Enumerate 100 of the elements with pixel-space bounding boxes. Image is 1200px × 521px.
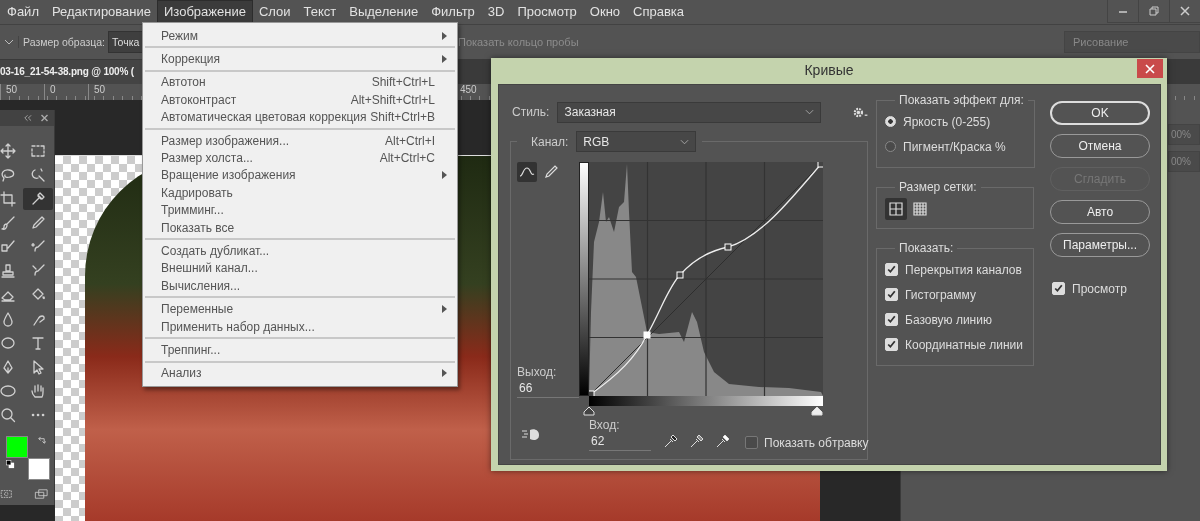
close-icon xyxy=(1145,63,1155,74)
control-point[interactable] xyxy=(724,243,732,251)
menu-entry-label: Треппинг... xyxy=(161,342,221,357)
curve-graph-drawing[interactable] xyxy=(589,162,823,396)
shortcut-label: Shift+Ctrl+B xyxy=(370,110,435,125)
radio-button[interactable] xyxy=(885,141,896,152)
minimize-icon[interactable] xyxy=(1107,0,1138,23)
menu-entry[interactable]: Применить набор данных... xyxy=(145,317,455,336)
checkbox-label: Базовую линию xyxy=(905,312,992,327)
menu-item[interactable]: 3D xyxy=(481,1,511,23)
style-dropdown[interactable]: Заказная xyxy=(557,101,822,123)
menu-item[interactable]: Выделение xyxy=(343,1,425,23)
chevron-down-icon xyxy=(805,109,815,115)
dialog-button[interactable]: OK xyxy=(1050,101,1150,125)
curve-tool-icon[interactable] xyxy=(517,162,537,182)
dialog-title: Кривые xyxy=(804,62,854,78)
menu-entry[interactable]: Режим xyxy=(145,27,455,45)
checkbox-label: Гистограмму xyxy=(905,287,976,302)
foreground-color-swatch[interactable] xyxy=(6,435,28,458)
radio-label: Пигмент/Краска % xyxy=(903,139,1006,154)
menu-entry[interactable]: Автоматическая цветовая коррекция Shift+Ctrl+B xyxy=(145,108,455,126)
menu-item[interactable]: Фильтр xyxy=(425,1,481,23)
menu-entry[interactable]: Автотон Shift+Ctrl+L xyxy=(145,73,455,92)
collapse-icon[interactable] xyxy=(23,113,32,122)
menu-item[interactable]: Файл xyxy=(1,1,45,23)
hand-adjust-icon[interactable] xyxy=(521,427,541,441)
menu-entry-label: Режим xyxy=(161,28,198,43)
menu-entry[interactable]: Коррекция xyxy=(145,50,455,68)
control-point[interactable] xyxy=(676,271,684,279)
input-field[interactable]: 62 xyxy=(589,432,651,451)
radio-label: Яркость (0-255) xyxy=(903,114,991,129)
checkbox-label: Координатные линии xyxy=(905,337,1023,352)
menu-item[interactable]: Изображение xyxy=(158,1,252,23)
close-icon[interactable] xyxy=(1169,0,1200,23)
menu-entry-label: Размер холста... xyxy=(161,151,253,166)
menu-entry[interactable]: Переменные xyxy=(145,300,455,318)
group-title: Размер сетки: xyxy=(898,180,978,194)
menu-entry-label: Автоматическая цветовая коррекция xyxy=(161,110,367,125)
menu-entry[interactable]: Вычисления... xyxy=(145,277,455,295)
group-title: Показать: xyxy=(898,241,955,255)
menu-entry-label: Внешний канал... xyxy=(161,261,258,276)
menu-entry-label: Размер изображения... xyxy=(161,133,290,148)
shortcut-label: Alt+Ctrl+I xyxy=(385,133,435,148)
checkbox[interactable] xyxy=(745,436,758,449)
chevron-down-icon xyxy=(680,138,690,145)
menu-entry-label: Автоконтраст xyxy=(161,92,237,107)
default-colors-icon[interactable] xyxy=(6,459,15,469)
menu-entry-label: Коррекция xyxy=(161,52,220,67)
menu-item[interactable]: Редактирование xyxy=(45,1,157,23)
menu-entry-label: Автотон xyxy=(161,75,206,90)
menu-entry[interactable]: Внешний канал... xyxy=(145,259,455,278)
slider-handle-icon[interactable] xyxy=(583,406,595,416)
restore-icon[interactable] xyxy=(1138,0,1169,23)
menu-entry-label: Вращение изображения xyxy=(161,168,296,183)
sample-size-label: Размер образца: xyxy=(18,36,105,48)
menu-item[interactable]: Слои xyxy=(252,1,297,23)
menu-entry[interactable]: Треппинг... xyxy=(145,341,455,359)
menu-entry-label: Применить набор данных... xyxy=(161,319,315,334)
close-icon[interactable] xyxy=(40,113,49,122)
eyedropper-icon[interactable] xyxy=(689,433,705,449)
menu-entry-label: Кадрировать xyxy=(161,185,233,200)
preview-label: Просмотр xyxy=(1072,281,1127,296)
group-title: Показать эффект для: xyxy=(898,93,1025,107)
eyedropper-icon[interactable] xyxy=(663,433,679,449)
menu-entry[interactable]: Автоконтраст Alt+Shift+Ctrl+L xyxy=(145,91,455,109)
background-color-swatch[interactable] xyxy=(28,457,50,480)
menu-item[interactable]: Справка xyxy=(627,1,691,23)
show-clipping-label: Показать обтравку xyxy=(764,436,869,450)
caret-icon[interactable] xyxy=(4,39,14,45)
document-tab[interactable]: 03-16_21-54-38.png @ 100% ( xyxy=(0,60,142,84)
menu-entry[interactable]: Анализ xyxy=(145,364,455,383)
shortcut-label: Shift+Ctrl+L xyxy=(371,75,435,90)
menu-item[interactable]: Просмотр xyxy=(511,1,583,23)
close-button[interactable] xyxy=(1137,59,1163,78)
output-label: Выход: xyxy=(517,365,558,379)
menu-entry[interactable]: Размер холста... Alt+Ctrl+C xyxy=(145,149,455,167)
menu-entry-label: Переменные xyxy=(161,302,234,317)
eyedropper-tool-icon[interactable] xyxy=(23,187,53,210)
input-label: Вход: xyxy=(589,418,621,432)
menu-entry-label: Создать дубликат... xyxy=(161,244,270,258)
menu-entry-label: Анализ xyxy=(161,366,202,381)
menu-entry[interactable]: Кадрировать xyxy=(145,184,455,202)
coarse-grid-icon[interactable] xyxy=(885,198,907,220)
menu-item[interactable]: Текст xyxy=(297,1,343,23)
menu-entry[interactable]: Показать все xyxy=(145,218,455,237)
channel-dropdown[interactable]: RGB xyxy=(576,131,697,152)
swap-arrow-icon[interactable] xyxy=(37,435,46,445)
shortcut-label: Alt+Ctrl+C xyxy=(379,151,435,166)
shortcut-label: Alt+Shift+Ctrl+L xyxy=(350,92,435,107)
menu-entry-label: Тримминг... xyxy=(161,203,224,218)
menu-entry[interactable]: Создать дубликат... xyxy=(145,242,455,260)
ruler-label: 50 xyxy=(0,84,44,100)
menu-entry[interactable]: Тримминг... xyxy=(145,201,455,219)
menu-item[interactable]: Окно xyxy=(583,1,627,23)
eyedropper-icon[interactable] xyxy=(715,433,731,449)
menu-entry[interactable]: Размер изображения... Alt+Ctrl+I xyxy=(145,131,455,150)
menu-entry-label: Показать все xyxy=(161,220,235,235)
control-point[interactable] xyxy=(817,162,823,168)
checkbox-label: Перекрытия каналов xyxy=(905,262,1022,277)
menu-entry[interactable]: Вращение изображения xyxy=(145,166,455,185)
